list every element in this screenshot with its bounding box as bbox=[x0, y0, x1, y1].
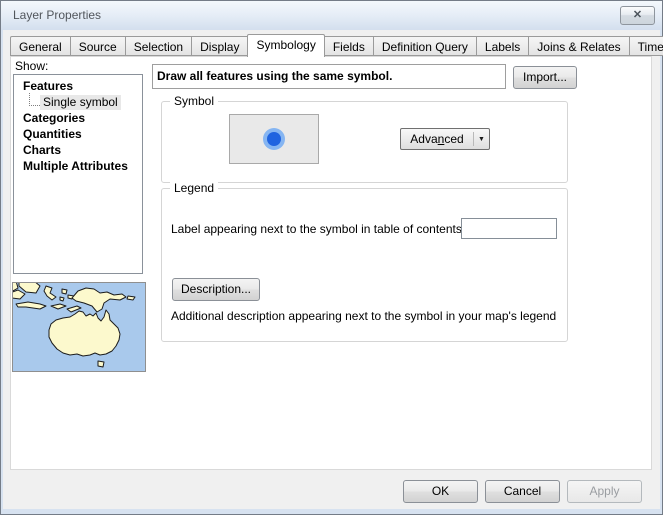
title-bar[interactable]: Layer Properties ✕ bbox=[1, 1, 662, 30]
tree-branch-icon bbox=[29, 93, 40, 106]
symbol-groupbox-label: Symbol bbox=[170, 94, 218, 109]
advanced-dropdown-button[interactable]: Advanced ▼ bbox=[400, 128, 490, 150]
symbol-preview-button[interactable] bbox=[229, 114, 319, 164]
tab-general[interactable]: General bbox=[10, 36, 71, 56]
tree-item-single-symbol[interactable]: Single symbol bbox=[14, 94, 142, 110]
map-preview bbox=[12, 282, 146, 372]
advanced-button-label: Advanced bbox=[401, 132, 473, 146]
tab-time[interactable]: Time bbox=[630, 36, 663, 56]
close-button[interactable]: ✕ bbox=[620, 6, 655, 25]
tab-symbology[interactable]: Symbology bbox=[247, 34, 324, 57]
show-label: Show: bbox=[15, 59, 48, 73]
import-button[interactable]: Import... bbox=[513, 66, 577, 89]
tree-item-multiple-attributes[interactable]: Multiple Attributes bbox=[14, 158, 142, 174]
legend-label-input[interactable] bbox=[461, 218, 557, 239]
layer-properties-dialog: Layer Properties ✕ General Source Select… bbox=[0, 0, 663, 515]
legend-label-caption: Label appearing next to the symbol in ta… bbox=[171, 222, 465, 236]
point-symbol-icon bbox=[261, 126, 287, 152]
description-button[interactable]: Description... bbox=[172, 278, 260, 301]
tree-item-charts[interactable]: Charts bbox=[14, 142, 142, 158]
ok-button[interactable]: OK bbox=[403, 480, 478, 503]
tab-strip: General Source Selection Display Symbolo… bbox=[10, 34, 663, 57]
cancel-button[interactable]: Cancel bbox=[485, 480, 560, 503]
legend-groupbox-label: Legend bbox=[170, 181, 218, 196]
tab-joins-relates[interactable]: Joins & Relates bbox=[529, 36, 629, 56]
dropdown-arrow-icon: ▼ bbox=[474, 136, 489, 143]
tab-labels[interactable]: Labels bbox=[477, 36, 529, 56]
dialog-content: General Source Selection Display Symbolo… bbox=[3, 30, 660, 509]
window-title: Layer Properties bbox=[13, 1, 101, 30]
tab-definition-query[interactable]: Definition Query bbox=[374, 36, 477, 56]
tree-item-single-symbol-label: Single symbol bbox=[40, 95, 121, 110]
tab-source[interactable]: Source bbox=[71, 36, 126, 56]
symbol-groupbox: Symbol bbox=[161, 101, 568, 183]
close-icon: ✕ bbox=[633, 9, 642, 21]
tree-item-categories[interactable]: Categories bbox=[14, 110, 142, 126]
draw-method-header: Draw all features using the same symbol. bbox=[152, 64, 506, 89]
oceania-map-image bbox=[13, 283, 145, 371]
tab-display[interactable]: Display bbox=[192, 36, 248, 56]
show-tree-listbox: Features Single symbol Categories Quanti… bbox=[13, 74, 143, 274]
legend-description-note: Additional description appearing next to… bbox=[171, 309, 556, 323]
tree-item-quantities[interactable]: Quantities bbox=[14, 126, 142, 142]
symbology-tab-page: Show: Features Single symbol Categories … bbox=[10, 56, 652, 470]
tree-item-features[interactable]: Features bbox=[14, 78, 142, 94]
tab-fields[interactable]: Fields bbox=[325, 36, 374, 56]
tab-selection[interactable]: Selection bbox=[126, 36, 192, 56]
apply-button[interactable]: Apply bbox=[567, 480, 642, 503]
